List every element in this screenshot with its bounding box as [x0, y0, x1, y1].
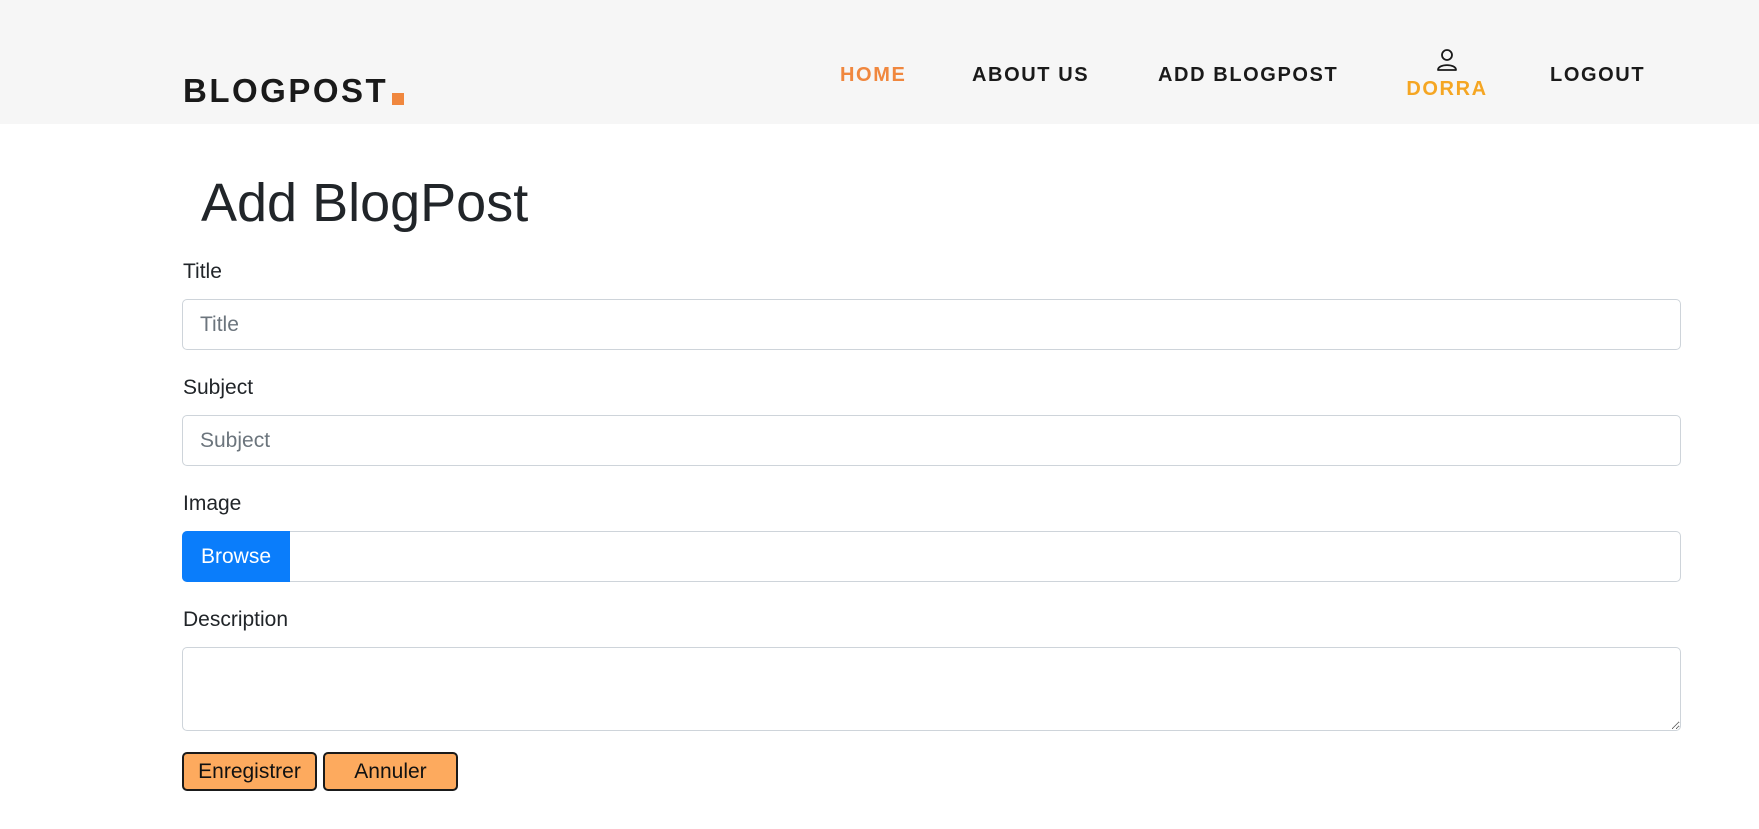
header: BLOGPOST HOME ABOUT US ADD BLOGPOST DORR… [0, 0, 1759, 124]
browse-button[interactable]: Browse [182, 531, 290, 582]
title-input[interactable] [182, 299, 1681, 350]
image-file-input[interactable]: Browse [182, 531, 1681, 582]
nav-home-link[interactable]: HOME [840, 64, 906, 87]
subject-label: Subject [183, 376, 254, 399]
title-label: Title [183, 260, 222, 283]
cancel-button[interactable]: Annuler [323, 752, 458, 791]
description-label: Description [183, 608, 289, 631]
logo-text[interactable]: BLOGPOST [183, 72, 388, 110]
image-label: Image [183, 492, 242, 515]
logo[interactable]: BLOGPOST [183, 72, 405, 110]
nav-add-blogpost-link[interactable]: ADD BLOGPOST [1158, 64, 1338, 87]
nav-logout-link[interactable]: LOGOUT [1550, 64, 1645, 87]
subject-input[interactable] [182, 415, 1681, 466]
description-textarea[interactable] [182, 647, 1681, 731]
save-button[interactable]: Enregistrer [182, 752, 317, 791]
nav-user-link[interactable]: DORRA [1400, 48, 1494, 101]
page-title: Add BlogPost [201, 173, 529, 233]
user-name[interactable]: DORRA [1400, 78, 1494, 101]
user-icon [1437, 49, 1457, 71]
logo-square-icon [392, 93, 405, 105]
nav-about-link[interactable]: ABOUT US [972, 64, 1089, 87]
